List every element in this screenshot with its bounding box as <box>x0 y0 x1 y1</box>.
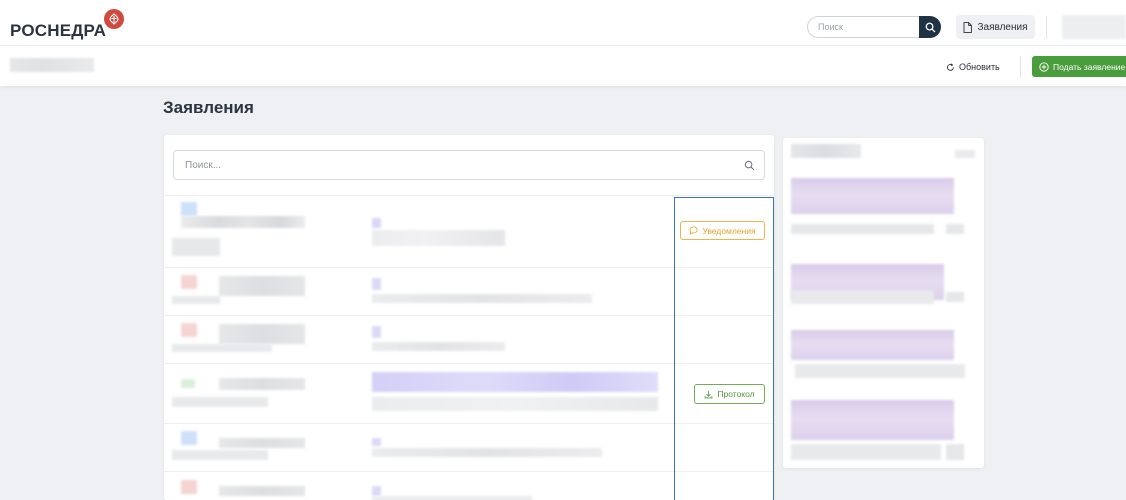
logo[interactable]: РОСНЕДРА <box>10 9 125 42</box>
row-subtitle-redacted <box>172 296 220 304</box>
row-type-icon <box>372 278 381 290</box>
side-item-title-redacted[interactable] <box>791 330 954 360</box>
list-search-field <box>173 150 765 180</box>
notifications-label: Уведомления <box>702 225 756 236</box>
plus-circle-icon <box>1039 61 1049 72</box>
applications-list-card <box>164 135 774 500</box>
row-description-redacted <box>372 448 602 457</box>
row-description-redacted <box>372 230 505 246</box>
download-icon <box>705 390 713 398</box>
row-status-icon <box>181 431 197 445</box>
side-item-meta-redacted <box>946 292 964 302</box>
row-status-icon <box>181 323 197 337</box>
document-icon <box>964 21 973 33</box>
row-status-icon <box>181 202 197 216</box>
row-subtitle-redacted <box>172 238 220 256</box>
side-item-meta-redacted <box>946 224 964 234</box>
side-panel-control-redacted <box>955 150 975 158</box>
row-description-highlight-redacted <box>372 372 658 392</box>
row-type-icon <box>372 486 381 496</box>
logo-text: РОСНЕДРА <box>10 21 107 40</box>
row-status-icon <box>181 480 197 494</box>
list-search-input[interactable] <box>183 158 744 172</box>
side-item-meta-redacted <box>791 444 941 460</box>
chat-bubble-icon <box>689 226 698 235</box>
row-title-redacted <box>219 438 305 448</box>
submit-application-label: Подать заявление <box>1053 61 1126 72</box>
top-header: РОСНЕДРА Заявления <box>0 0 1126 46</box>
table-row[interactable] <box>164 423 774 471</box>
search-icon <box>925 22 935 32</box>
refresh-icon <box>947 62 954 71</box>
search-icon <box>744 160 755 170</box>
row-type-icon <box>372 218 381 228</box>
row-description-redacted <box>372 294 592 303</box>
table-row[interactable] <box>164 267 774 315</box>
logo-emblem-icon <box>104 9 125 29</box>
applications-nav-button[interactable]: Заявления <box>956 15 1035 39</box>
row-subtitle-redacted <box>172 344 272 352</box>
notifications-button[interactable]: Уведомления <box>680 221 765 240</box>
row-title-redacted <box>219 324 305 344</box>
page-title: Заявления <box>163 98 254 117</box>
row-subtitle-redacted <box>172 450 268 460</box>
row-status-icon <box>181 379 195 388</box>
side-panel-title-redacted <box>791 144 861 158</box>
applications-nav-label: Заявления <box>977 21 1028 33</box>
side-item-title-redacted[interactable] <box>791 400 954 440</box>
header-divider <box>1046 16 1047 38</box>
refresh-button[interactable]: Обновить <box>946 58 1000 76</box>
table-row[interactable] <box>164 471 774 500</box>
row-status-icon <box>181 275 197 289</box>
protocol-download-button[interactable]: Протокол <box>694 384 765 404</box>
user-menu[interactable] <box>1062 15 1126 39</box>
side-item-meta-redacted <box>791 290 934 304</box>
protocol-label: Протокол <box>717 389 755 399</box>
side-item-title-redacted[interactable] <box>791 178 954 214</box>
global-search <box>807 16 941 38</box>
row-description-redacted <box>372 342 505 351</box>
row-title-redacted <box>181 216 305 228</box>
side-item-meta-redacted <box>795 364 965 378</box>
global-search-button[interactable] <box>919 16 941 38</box>
row-description-redacted <box>372 397 658 411</box>
side-item-meta-redacted <box>946 444 964 460</box>
subheader-divider <box>1020 56 1021 78</box>
row-description-redacted <box>372 496 532 500</box>
table-row[interactable] <box>164 315 774 363</box>
row-title-redacted <box>219 486 305 496</box>
row-subtitle-redacted <box>172 397 268 407</box>
table-row[interactable] <box>164 363 774 423</box>
global-search-input[interactable] <box>807 16 919 38</box>
refresh-label: Обновить <box>959 62 1000 72</box>
row-title-redacted <box>219 276 305 296</box>
side-item-meta-redacted <box>791 224 934 234</box>
submit-application-button[interactable]: Подать заявление <box>1032 56 1126 77</box>
row-type-icon <box>372 326 381 338</box>
row-type-icon <box>372 438 381 446</box>
breadcrumb <box>10 58 94 72</box>
row-title-redacted <box>219 378 305 390</box>
side-panel <box>783 138 984 468</box>
